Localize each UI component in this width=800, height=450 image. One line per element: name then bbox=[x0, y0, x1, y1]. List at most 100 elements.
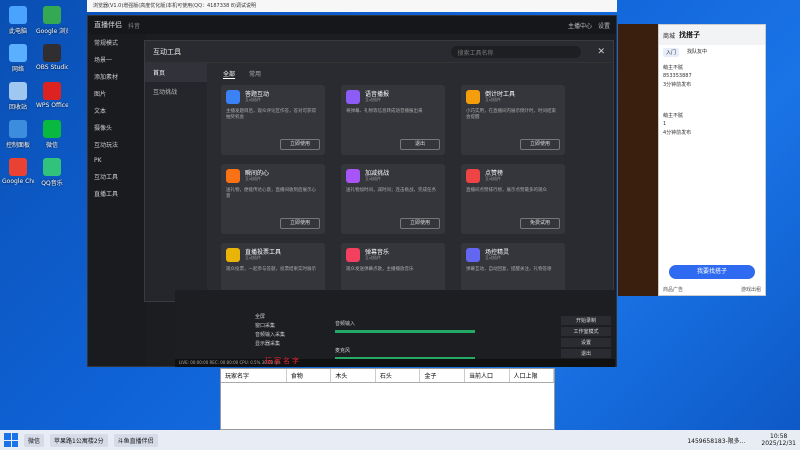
sidebar-item[interactable]: 图片 bbox=[88, 85, 146, 102]
app-icon bbox=[43, 44, 61, 62]
tool-description: 送礼物，便能传达心意，直播间收到后展示心意 bbox=[226, 188, 316, 199]
sidebar-item[interactable]: 常规模式 bbox=[88, 34, 146, 51]
sidebar-item[interactable]: 互动玩法 bbox=[88, 136, 146, 153]
taskbar-clock[interactable]: 10:58 2025/12/31 bbox=[761, 433, 796, 447]
tool-description: 送礼物加时间，减时间；连击挑战，完成任务 bbox=[346, 188, 436, 193]
overlay-red-text: 玩家名字 bbox=[265, 357, 301, 365]
tab-all[interactable]: 全部 bbox=[223, 69, 236, 79]
tool-tag: 互动插件 bbox=[365, 176, 381, 181]
desktop-icon-label: 回收站 bbox=[8, 104, 27, 111]
tool-card: 点赞榜 互动插件 直播间点赞排行榜，展示点赞最多的观众 免费试用 bbox=[461, 164, 565, 234]
app-icon bbox=[9, 158, 27, 176]
tool-tag: 互动插件 bbox=[245, 97, 261, 102]
tool-card: 倒计时工具 互动插件 小巧实用，在直播间内展示倒计时，时间结束会提醒 立即使用 bbox=[461, 85, 565, 155]
desktop-icon-label: WPS Office bbox=[36, 102, 68, 109]
taskbar: 微信 苹果路1公寓楼2分 斗鱼直播伴侣 1459658183-限多... 10:… bbox=[0, 430, 800, 450]
taskbar-app-apartment[interactable]: 苹果路1公寓楼2分 bbox=[50, 433, 108, 447]
desktop-icon[interactable]: 网络 bbox=[2, 44, 34, 73]
footer-game-rent[interactable]: 游戏出租 bbox=[741, 286, 761, 293]
clock-time: 10:58 bbox=[770, 432, 788, 440]
nav-item-challenge[interactable]: 互动挑战 bbox=[145, 82, 207, 101]
desktop-icon-label: 控制面板 bbox=[5, 142, 30, 149]
table-header-cell: 石头 bbox=[376, 369, 421, 382]
close-icon[interactable]: ✕ bbox=[597, 47, 605, 57]
use-tool-button[interactable]: 立即使用 bbox=[280, 218, 320, 229]
source-item[interactable]: 音频输入采集 bbox=[255, 330, 315, 339]
taskbar-app-wechat[interactable]: 微信 bbox=[24, 433, 45, 447]
desktop-icon[interactable]: 微信 bbox=[36, 120, 68, 149]
tab-mall[interactable]: 商城 bbox=[663, 31, 675, 40]
desktop-icon[interactable]: OBS Studio bbox=[36, 44, 68, 71]
sidebar-item[interactable]: 摄像头 bbox=[88, 119, 146, 136]
partner-list-item: 萌主不腻 bbox=[663, 65, 684, 71]
mixer-label-mic: 麦克风 bbox=[335, 348, 351, 354]
modal-tabs: 全部 常用 bbox=[223, 69, 261, 79]
source-item[interactable]: 窗口采集 bbox=[255, 321, 315, 330]
app-titlebar: 直播伴侣 抖音 主播中心 设置 bbox=[88, 16, 616, 34]
partner-list-item: 4分钟前发布 bbox=[663, 130, 692, 136]
nav-item-home[interactable]: 首页 bbox=[145, 63, 207, 82]
desktop-icon[interactable]: 此电脑 bbox=[2, 6, 34, 35]
control-button[interactable]: 开始录制 bbox=[561, 316, 611, 325]
desktop-icon[interactable]: 回收站 bbox=[2, 82, 34, 111]
partner-list-item: 1 bbox=[663, 121, 667, 127]
tool-cards-grid: 答题互动 互动插件 主播发题目后，观众评论区作答，答对可获得抽奖机会 立即使用 语音播报… bbox=[221, 85, 565, 313]
settings-link[interactable]: 设置 bbox=[598, 21, 610, 30]
use-tool-button[interactable]: 立即使用 bbox=[520, 139, 560, 150]
tool-search-input[interactable]: 搜索工具名称 bbox=[451, 45, 582, 58]
desktop-icon[interactable]: 控制面板 bbox=[2, 120, 34, 149]
app-sidebar: 常规模式 场景一 添加素材 图片 文本 摄像头 互动玩法 PK 互动工具 直播工具 bbox=[88, 34, 146, 366]
tool-description: 主播发题目后，观众评论区作答，答对可获得抽奖机会 bbox=[226, 109, 316, 120]
tab-finding[interactable]: 找队友中 bbox=[687, 48, 707, 57]
sidebar-item[interactable]: PK bbox=[88, 153, 146, 168]
desktop-icon-label: 此电脑 bbox=[8, 28, 27, 35]
control-button[interactable]: 设置 bbox=[561, 338, 611, 347]
tool-icon bbox=[226, 248, 240, 262]
desktop-icon[interactable]: QQ音乐 bbox=[36, 158, 68, 187]
start-button[interactable] bbox=[4, 433, 18, 447]
desktop-icon[interactable]: Google Chrome bbox=[2, 158, 34, 185]
sidebar-item[interactable]: 直播工具 bbox=[88, 185, 146, 202]
app-icon bbox=[9, 44, 27, 62]
tool-tag: 互动插件 bbox=[365, 255, 381, 260]
use-tool-button[interactable]: 立即使用 bbox=[400, 218, 440, 229]
sidebar-item[interactable]: 文本 bbox=[88, 102, 146, 119]
tray-notification[interactable]: 1459658183-限多... bbox=[687, 436, 745, 445]
tool-description: 将弹幕、礼物等信息转成语音播报出来 bbox=[346, 109, 423, 114]
use-tool-button[interactable]: 免费试用 bbox=[520, 218, 560, 229]
anchor-center-link[interactable]: 主播中心 bbox=[568, 21, 592, 30]
table-header-cell: 木头 bbox=[331, 369, 376, 382]
control-button[interactable]: 退出 bbox=[561, 349, 611, 358]
tool-description: 观众投票，一起参与答题，投票结果实时展示 bbox=[226, 267, 316, 272]
partner-list-item: 萌主不腻 bbox=[663, 113, 684, 119]
footer-goods-ads[interactable]: 商品广告 bbox=[663, 286, 683, 293]
tool-icon bbox=[466, 248, 480, 262]
source-item[interactable]: 全屏 bbox=[255, 312, 315, 321]
desktop-icon-label: 网络 bbox=[11, 66, 24, 73]
find-partner-button[interactable]: 我要找搭子 bbox=[669, 265, 755, 279]
use-tool-button[interactable]: 退出 bbox=[400, 139, 440, 150]
tab-common[interactable]: 常用 bbox=[249, 69, 261, 79]
desktop-icons: 此电脑网络回收站控制面板 Google Chrome Google 浏览器 OBS S… bbox=[0, 0, 100, 430]
tool-tag: 互动插件 bbox=[245, 176, 261, 181]
tab-entry[interactable]: 入门 bbox=[663, 48, 680, 57]
tool-tag: 互动插件 bbox=[245, 255, 261, 260]
tool-tag: 互动插件 bbox=[485, 97, 501, 102]
table-header-cell: 玩家名字 bbox=[221, 369, 287, 382]
desktop-icon-label: OBS Studio bbox=[36, 64, 68, 71]
app-icon bbox=[9, 6, 27, 24]
tool-card: 语音播报 互动插件 将弹幕、礼物等信息转成语音播报出来 退出 bbox=[341, 85, 445, 155]
modal-title: 互动工具 bbox=[153, 47, 181, 56]
control-button[interactable]: 工作室模式 bbox=[561, 327, 611, 336]
taskbar-app-live-assistant[interactable]: 斗鱼直播伴侣 bbox=[113, 433, 158, 447]
sidebar-item[interactable]: 互动工具 bbox=[88, 168, 146, 185]
source-item[interactable]: 显示器采集 bbox=[255, 339, 315, 348]
use-tool-button[interactable]: 立即使用 bbox=[280, 139, 320, 150]
sidebar-item[interactable]: 场景一 bbox=[88, 51, 146, 68]
sidebar-item[interactable]: 添加素材 bbox=[88, 68, 146, 85]
desktop-icon[interactable]: WPS Office bbox=[36, 82, 68, 109]
sources-mixer-panel: 全屏 窗口采集 音频输入采集 显示器采集 音频输入 麦克风 开始录制 工作室模式 设置 退出 bbox=[175, 290, 615, 366]
resource-table-window: 玩家名字 食物 木头 石头 金子 当前人口 人口上限 bbox=[220, 368, 555, 430]
tool-description: 观众发送弹幕点歌，主播播放音乐 bbox=[346, 267, 414, 272]
desktop-icon[interactable]: Google 浏览器 bbox=[36, 6, 68, 35]
